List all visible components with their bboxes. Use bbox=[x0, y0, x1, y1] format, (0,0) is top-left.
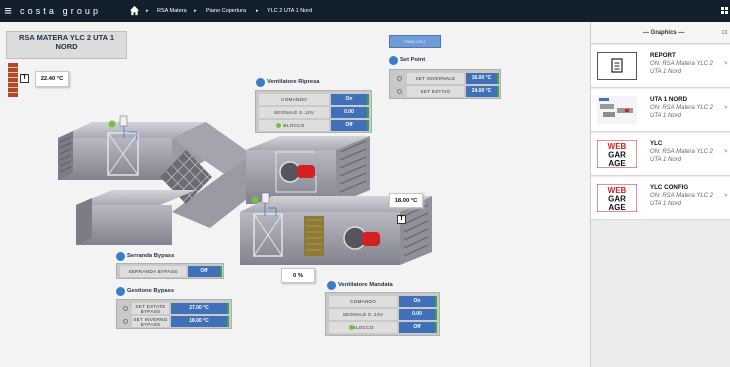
graphics-sidebar: — Graphics — Cl REPORT ON: RSA Matera YL… bbox=[590, 22, 730, 367]
set-estate-bypass-value[interactable]: 27.00 °C bbox=[171, 303, 229, 314]
ventilatore-mandata-title: Ventilatore Mandata bbox=[327, 280, 393, 290]
set-estivo-row: SET ESTIVO 24.00 °C bbox=[393, 86, 499, 97]
svg-text:AGE: AGE bbox=[608, 203, 626, 212]
fan-icon bbox=[327, 280, 336, 290]
chevron-right-icon: > bbox=[724, 149, 728, 155]
ripresa-blocco-value[interactable]: Off bbox=[331, 120, 369, 131]
set-invernale-value[interactable]: 16.00 °C bbox=[466, 73, 499, 84]
chevron-right-icon: > bbox=[724, 105, 728, 111]
sidebar-header: — Graphics — Cl bbox=[591, 22, 730, 44]
set-inverno-bypass-value[interactable]: 18.00 °C bbox=[171, 316, 229, 327]
ripresa-comando-value[interactable]: On bbox=[331, 94, 369, 105]
set-estate-bypass-row: SET ESTATE BYPASS 27.00 °C bbox=[120, 303, 229, 314]
ripresa-blocco-row: BLOCCO Off bbox=[259, 120, 369, 131]
blocco-status-icon bbox=[349, 325, 354, 330]
chevron-right-icon: > bbox=[724, 61, 728, 67]
outdoor-inlet-grille bbox=[76, 198, 92, 245]
sidebar-title: — Graphics — bbox=[643, 30, 685, 36]
ventilatore-ripresa-panel: COMANDO On SEGNALE 0..10V 0.00 BLOCCO Off bbox=[255, 90, 372, 133]
serranda-bypass-value[interactable]: Off bbox=[188, 266, 222, 277]
damper-percent-display: 0 % bbox=[281, 268, 315, 283]
sidebar-close-button[interactable]: Cl bbox=[722, 28, 727, 38]
set-invernale-row: SET INVERNALE 16.00 °C bbox=[393, 73, 499, 84]
ventilatore-ripresa-title: Ventilatore Ripresa bbox=[256, 77, 320, 87]
webgarage-logo: WEB GAR AGE bbox=[596, 183, 638, 213]
settings-icon bbox=[123, 306, 128, 311]
settings-icon bbox=[397, 76, 402, 81]
mandata-segnale-value[interactable]: 0.00 bbox=[399, 309, 437, 320]
chevron-right-icon: > bbox=[724, 193, 728, 199]
supply-status-led bbox=[251, 196, 259, 204]
sidebar-item-ylc-config[interactable]: WEB GAR AGE YLC CONFIG ON: RSA Matera YLC … bbox=[591, 177, 730, 220]
set-inverno-bypass-row: SET INVERNO BYPASS 18.00 °C bbox=[120, 316, 229, 327]
supply-actuator bbox=[261, 192, 270, 204]
supply-temp-sensor-icon: T bbox=[397, 215, 406, 224]
ventilatore-mandata-panel: COMANDO On SEGNALE 0..10V 0.00 BLOCCO Off bbox=[325, 292, 440, 336]
supply-fan-motor bbox=[362, 232, 380, 246]
return-status-led bbox=[108, 120, 116, 128]
gestione-bypass-title: Gestione Bypass bbox=[116, 286, 174, 296]
mandata-blocco-row: BLOCCO Off bbox=[329, 322, 437, 333]
damper-icon bbox=[116, 251, 125, 261]
set-point-panel: SET INVERNALE 16.00 °C SET ESTIVO 24.00 °C bbox=[389, 69, 501, 99]
serranda-bypass-title: Serranda Bypass bbox=[116, 251, 174, 261]
ripresa-segnale-row: SEGNALE 0..10V 0.00 bbox=[259, 107, 369, 118]
gestione-bypass-panel: SET ESTATE BYPASS 27.00 °C SET INVERNO BYPA… bbox=[116, 299, 232, 329]
outdoor-duct-top bbox=[76, 190, 196, 205]
return-actuator bbox=[119, 115, 128, 127]
ripresa-comando-row: COMANDO On bbox=[259, 94, 369, 105]
return-fan-motor bbox=[297, 165, 315, 178]
ahu-diagram bbox=[58, 115, 432, 265]
bypass-icon bbox=[116, 286, 125, 296]
svg-text:AGE: AGE bbox=[608, 159, 626, 168]
mandata-segnale-row: SEGNALE 0..10V 0.00 bbox=[329, 309, 437, 320]
mandata-comando-row: COMANDO On bbox=[329, 296, 437, 307]
serranda-bypass-row: SERRANDA BYPASS Off bbox=[120, 266, 222, 277]
settings-icon bbox=[123, 319, 128, 324]
return-duct-face bbox=[58, 138, 172, 180]
sidebar-item-uta-1-nord[interactable]: UTA 1 NORD ON: RSA Matera YLC 2 UTA 1 No… bbox=[591, 89, 730, 132]
report-icon bbox=[597, 52, 637, 80]
fan-icon bbox=[256, 77, 265, 87]
set-estivo-value[interactable]: 24.00 °C bbox=[466, 86, 499, 97]
sidebar-item-report[interactable]: REPORT ON: RSA Matera YLC 2 UTA 1 Nord > bbox=[591, 45, 730, 88]
ripresa-segnale-value[interactable]: 0.00 bbox=[331, 107, 369, 118]
thermostat-icon bbox=[389, 55, 398, 65]
settings-icon bbox=[397, 89, 402, 94]
uta-thumbnail bbox=[597, 96, 637, 124]
supply-temp-display: 18.00 °C bbox=[389, 193, 423, 208]
set-point-title: Set Point bbox=[389, 55, 425, 65]
blocco-status-icon bbox=[276, 123, 281, 128]
sidebar-item-ylc[interactable]: WEB GAR AGE YLC ON: RSA Matera YLC 2 UTA 1… bbox=[591, 133, 730, 176]
webgarage-logo: WEB GAR AGE bbox=[596, 139, 638, 169]
apps-grid-icon[interactable] bbox=[721, 5, 730, 16]
mandata-blocco-value[interactable]: Off bbox=[399, 322, 437, 333]
mandata-comando-value[interactable]: On bbox=[399, 296, 437, 307]
serranda-bypass-panel: SERRANDA BYPASS Off bbox=[116, 263, 224, 279]
